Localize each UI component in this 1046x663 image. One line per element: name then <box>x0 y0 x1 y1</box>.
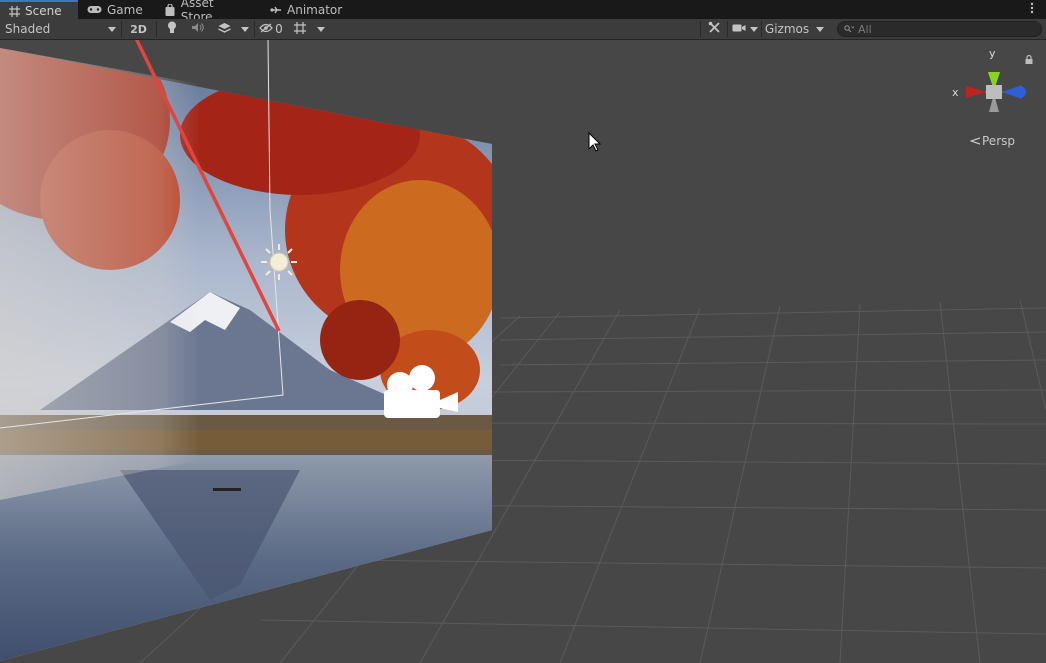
perspective-icon <box>969 134 981 148</box>
orientation-gizmo <box>966 72 1026 112</box>
shading-mode-label: Shaded <box>5 22 51 36</box>
audio-toggle-button[interactable] <box>185 19 209 39</box>
camera-settings-button[interactable] <box>729 19 749 39</box>
shopping-bag-icon <box>164 3 176 16</box>
scene-canvas <box>0 40 1046 663</box>
wrench-cross-icon <box>708 21 721 37</box>
effects-toggle-button[interactable] <box>211 19 237 39</box>
scene-viewport[interactable]: y x Persp <box>0 40 1046 663</box>
tab-scene[interactable]: Scene <box>0 0 78 20</box>
gizmos-button[interactable]: Gizmos <box>762 19 812 39</box>
camera-dropdown[interactable] <box>748 19 760 39</box>
gizmos-dropdown[interactable] <box>812 19 828 39</box>
gizmos-label: Gizmos <box>764 22 810 36</box>
x-axis-label: x <box>952 86 959 99</box>
hidden-objects-toggle[interactable]: 0 <box>256 19 286 39</box>
video-camera-icon <box>732 22 746 36</box>
lock-icon[interactable] <box>1025 53 1033 67</box>
light-bulb-icon <box>167 21 177 37</box>
sun-icon <box>261 244 297 280</box>
chevron-down-icon <box>241 26 249 32</box>
layers-icon <box>217 22 231 37</box>
projection-label: Persp <box>982 134 1015 148</box>
toolbar-divider <box>700 21 701 37</box>
mode-2d-button[interactable]: 2D <box>122 19 155 39</box>
toolbar-divider <box>156 21 157 37</box>
grid-icon <box>8 5 20 17</box>
mode-2d-label: 2D <box>130 22 147 36</box>
animator-icon <box>270 4 282 16</box>
gamepad-icon <box>86 4 102 16</box>
chevron-down-icon <box>816 26 824 32</box>
effects-dropdown[interactable] <box>237 19 253 39</box>
speaker-icon <box>191 22 204 36</box>
toolbar-divider <box>254 21 255 37</box>
y-axis-label: y <box>989 47 996 60</box>
tab-game[interactable]: Game <box>78 0 156 19</box>
scene-toolbar: Shaded 2D 0 Gizmos All <box>0 19 1046 40</box>
grid-snap-icon <box>293 21 307 38</box>
chevron-down-icon <box>317 26 325 32</box>
toolbar-divider <box>727 21 728 37</box>
search-input[interactable] <box>858 22 1028 36</box>
chevron-down-icon <box>750 26 758 32</box>
more-options-icon[interactable] <box>1030 1 1038 17</box>
lighting-toggle-button[interactable] <box>160 19 184 39</box>
tab-label: Animator <box>287 2 343 17</box>
window-tab-bar: Scene Game Asset Store Animator <box>0 0 1046 24</box>
search-icon <box>844 22 855 36</box>
tab-animator[interactable]: Animator <box>262 0 352 19</box>
hidden-count: 0 <box>275 22 283 36</box>
tab-label: Scene <box>25 4 62 18</box>
projection-toggle[interactable]: Persp <box>969 134 1015 148</box>
tab-asset-store[interactable]: Asset Store <box>156 0 256 24</box>
chevron-down-icon <box>108 26 116 32</box>
tools-button[interactable] <box>702 19 726 39</box>
eye-slash-icon <box>259 22 273 36</box>
tab-label: Game <box>107 2 143 17</box>
shading-mode-dropdown[interactable]: Shaded <box>0 19 121 39</box>
mouse-cursor-icon <box>588 131 602 152</box>
scene-search-field[interactable] <box>837 21 1042 37</box>
grid-dropdown[interactable] <box>313 19 329 39</box>
grid-toggle-button[interactable] <box>289 19 311 39</box>
